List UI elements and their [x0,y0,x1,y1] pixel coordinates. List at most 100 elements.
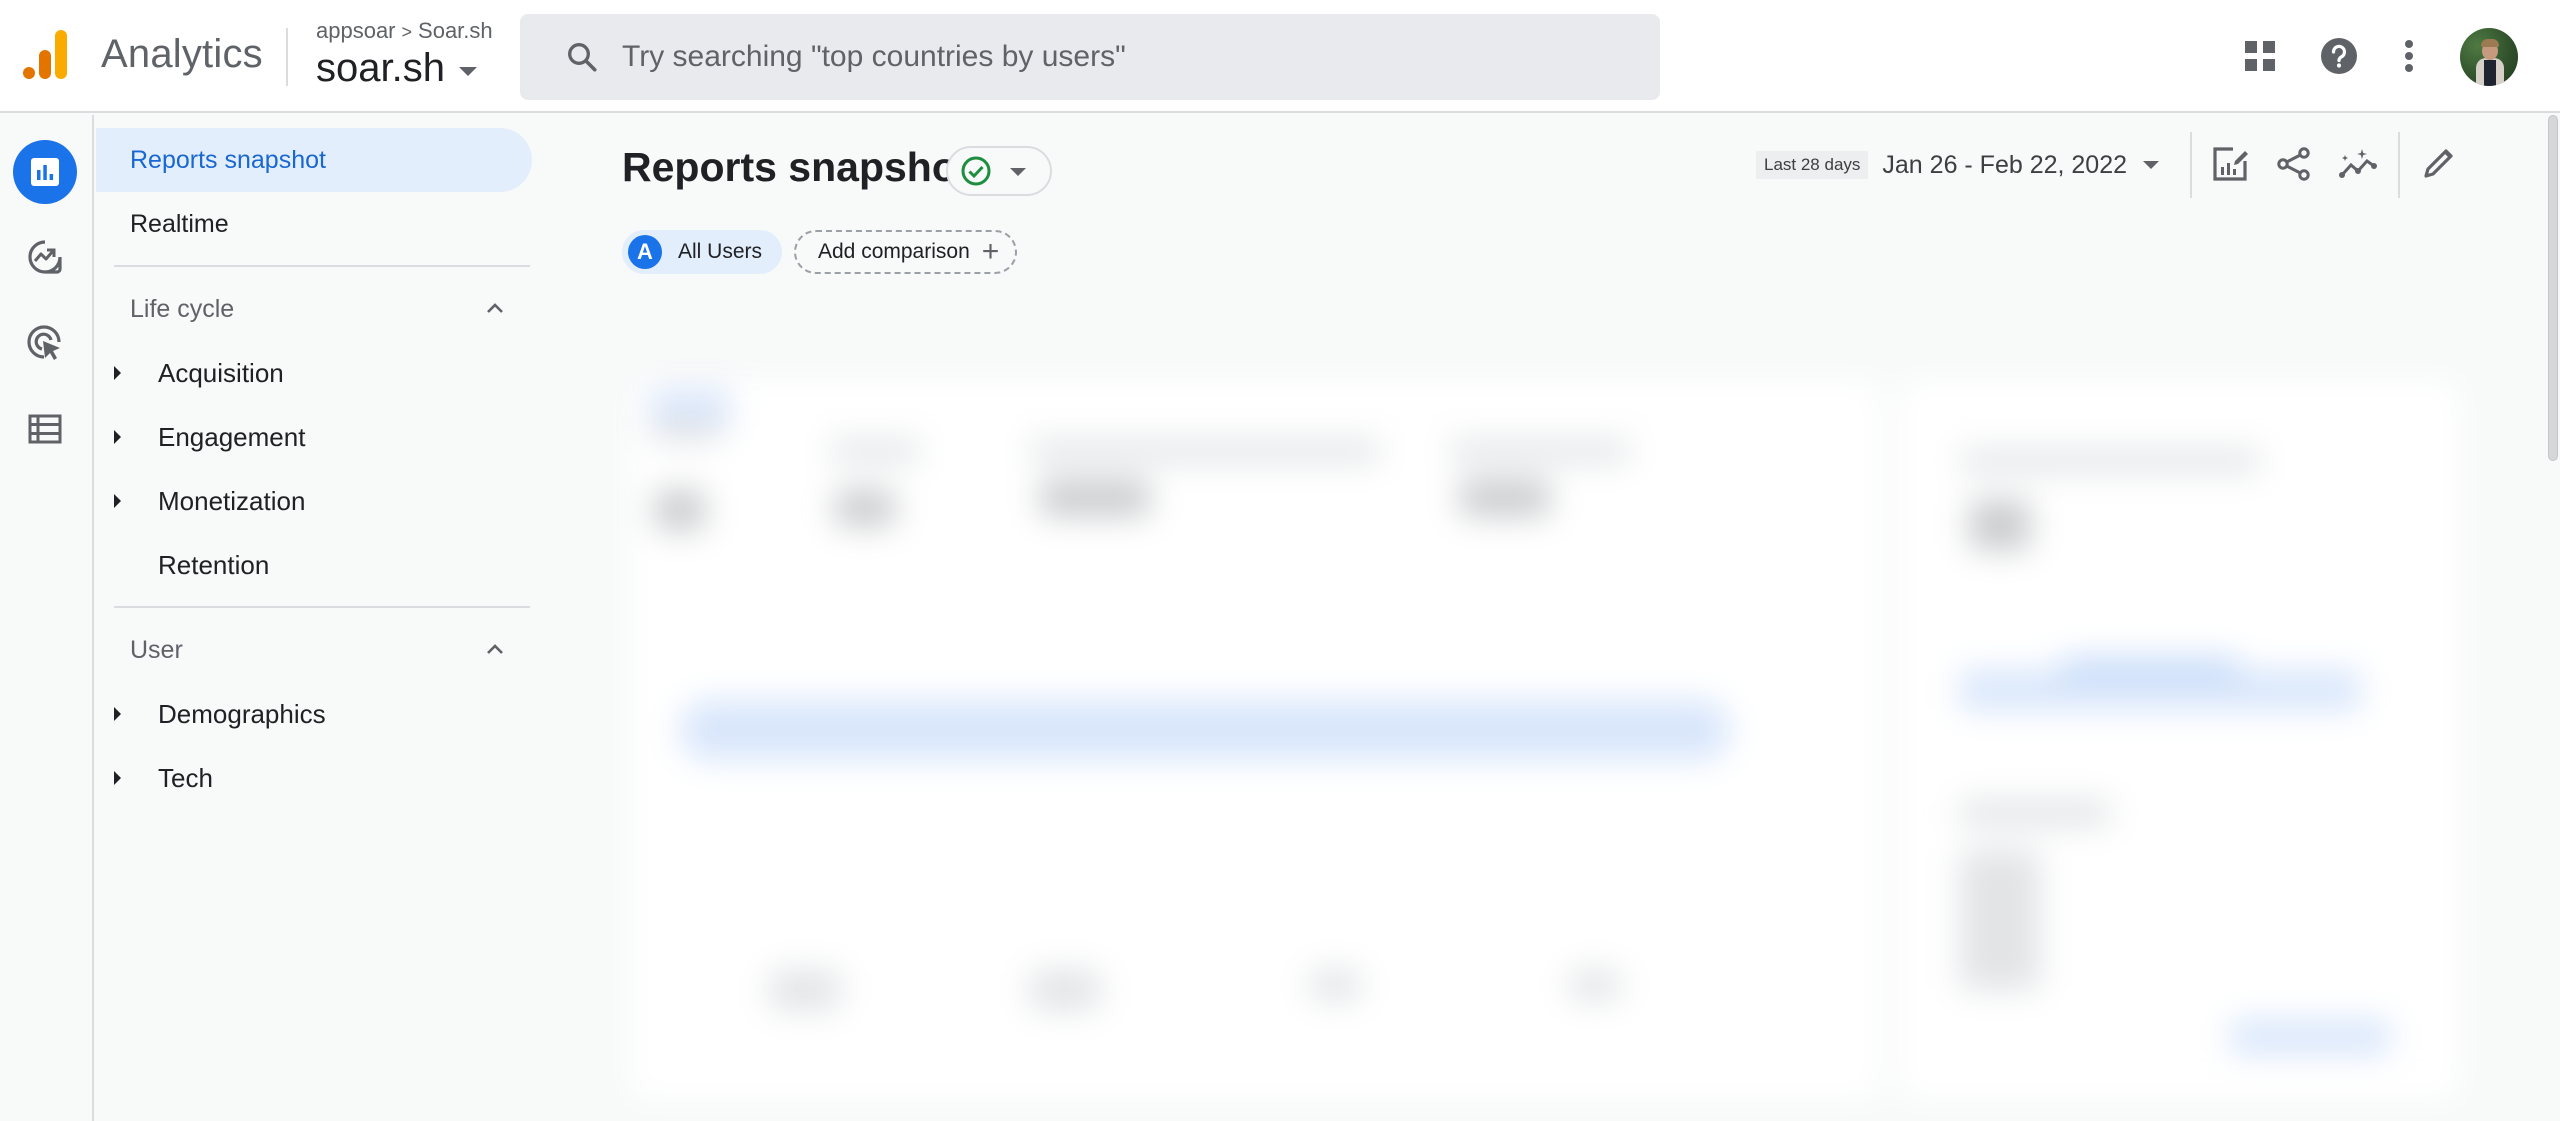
axis-label-placeholder [1310,970,1360,1000]
list-placeholder [1960,850,2040,990]
search-input[interactable] [622,40,1522,74]
nav-item-label: Monetization [158,485,306,516]
insights-icon [2339,149,2377,178]
nav-item-label: Realtime [130,209,229,238]
expand-arrow-icon [114,366,121,380]
date-range-value: Jan 26 - Feb 22, 2022 [1882,150,2128,179]
chevron-down-icon [2143,161,2160,169]
metric-label-placeholder [650,420,720,442]
chevron-down-icon [1010,168,1026,176]
tab-placeholder [650,390,730,430]
nav-item-label: Engagement [158,421,306,452]
product-name: Analytics [101,32,263,76]
property-name: soar.sh [316,46,445,90]
nav-item-label: Tech [158,762,213,793]
metric-value-placeholder [835,490,895,526]
expand-arrow-icon [114,430,121,444]
rail-item-configure[interactable] [13,397,77,461]
account-breadcrumb[interactable]: appsoar > Soar.sh [316,18,493,44]
check-circle-icon [961,156,991,186]
edit-button[interactable] [2412,138,2464,190]
segment-chip-all-users[interactable]: A All Users [622,230,783,274]
explore-icon [28,240,62,274]
metric-value-placeholder [1040,480,1150,516]
plus-icon: + [981,235,1000,268]
left-rail [0,115,94,1121]
list-placeholder [1960,800,2110,826]
nav-section-user[interactable]: User [96,620,532,680]
expand-arrow-icon [114,771,121,785]
axis-label-placeholder [1570,970,1620,1000]
date-range-picker[interactable]: Last 28 days Jan 26 - Feb 22, 2022 [1756,148,2160,182]
toolbar-divider [2398,132,2400,198]
breadcrumb-separator: > [401,22,413,42]
summary-card-placeholder [630,380,1880,1100]
nav-item-label: Acquisition [158,357,284,388]
report-status-button[interactable] [946,146,1052,196]
advertising-icon [27,325,61,360]
metric-label-placeholder [1450,440,1630,462]
rail-item-explore[interactable] [13,225,77,289]
segment-label: All Users [678,240,763,263]
avatar-hair [2481,39,2499,47]
realtime-card-placeholder [1900,380,2460,1100]
report-content-loading [600,340,2530,1121]
insights-button[interactable] [2332,138,2384,190]
nav-item-realtime[interactable]: Realtime [96,192,532,256]
metric-value-placeholder [1460,480,1550,516]
more-vert-icon [2405,40,2413,72]
nav-item-reports-snapshot[interactable]: Reports snapshot [96,128,532,192]
help-button[interactable] [2311,28,2367,84]
chevron-down-icon [458,67,477,76]
date-preset-label: Last 28 days [1756,151,1869,179]
nav-item-monetization[interactable]: Monetization [96,471,532,531]
nav-section-life-cycle[interactable]: Life cycle [96,279,532,339]
header-divider [286,28,288,86]
rail-item-reports[interactable] [13,140,77,204]
customize-report-icon [2213,147,2248,181]
nav-item-tech[interactable]: Tech [96,748,532,808]
configure-icon [28,414,62,444]
axis-label-placeholder [1030,970,1100,1010]
chevron-up-icon [487,644,503,654]
nav-item-acquisition[interactable]: Acquisition [96,343,532,403]
nav-item-demographics[interactable]: Demographics [96,684,532,744]
property-selector[interactable]: soar.sh [316,46,477,91]
segment-badge: A [628,235,662,269]
edit-icon [2424,149,2453,178]
chevron-up-icon [487,303,503,313]
nav-section-title: Life cycle [130,294,235,323]
nav-item-engagement[interactable]: Engagement [96,407,532,467]
apps-button[interactable] [2232,28,2288,84]
apps-grid-icon [2245,41,2275,71]
share-icon [2277,147,2310,181]
axis-label-placeholder [770,970,840,1010]
customize-report-button[interactable] [2204,138,2256,190]
top-app-bar: Analytics appsoar > Soar.sh soar.sh [0,0,2560,113]
analytics-logo-icon[interactable] [22,30,68,80]
nav-divider [114,606,530,608]
add-comparison-button[interactable]: Add comparison + [794,230,1018,274]
page-title: Reports snapshot [622,144,971,190]
breadcrumb-property: Soar.sh [418,18,493,43]
expand-arrow-icon [114,707,121,721]
bar-placeholder [2060,660,2240,710]
help-icon [2321,38,2357,74]
scrollbar-thumb[interactable] [2548,115,2558,461]
nav-section-title: User [130,635,183,664]
link-placeholder [2230,1020,2390,1054]
bar-placeholder [1960,670,2360,710]
rail-item-advertising[interactable] [13,311,77,375]
more-options-button[interactable] [2381,28,2437,84]
nav-item-retention[interactable]: Retention [96,535,532,595]
metric-value-placeholder [1970,500,2030,550]
expand-arrow-icon [114,494,121,508]
avatar-shirt [2484,60,2496,86]
search-bar[interactable] [520,14,1660,100]
metric-value-placeholder [655,490,705,530]
page-scrollbar[interactable] [2546,113,2560,1121]
breadcrumb-account: appsoar [316,18,396,43]
avatar[interactable] [2460,28,2518,86]
share-button[interactable] [2268,138,2320,190]
reports-icon [31,158,59,186]
